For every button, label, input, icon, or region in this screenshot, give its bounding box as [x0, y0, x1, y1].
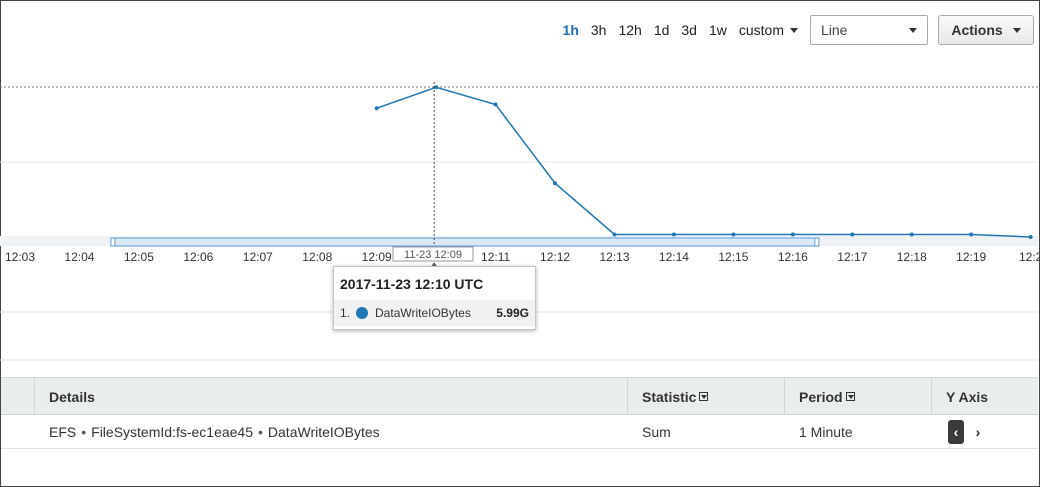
- dimension-text: FileSystemId:fs-ec1eae45: [91, 423, 253, 440]
- header-yaxis: Y Axis: [931, 378, 1038, 415]
- period-cell[interactable]: 1 Minute: [799, 415, 853, 448]
- data-point: [493, 102, 498, 107]
- x-tick-label: 12:11: [481, 250, 510, 264]
- header-spacer: [1, 378, 34, 415]
- x-tick-label: 12:03: [5, 250, 35, 264]
- x-tick-label: 12:06: [183, 250, 213, 264]
- tooltip-index: 1.: [340, 306, 351, 320]
- yaxis-left-button[interactable]: ‹: [948, 419, 964, 444]
- yaxis-cell: ‹ ›: [948, 415, 986, 448]
- sort-dropdown-icon[interactable]: [699, 392, 709, 401]
- yaxis-right-button[interactable]: ›: [970, 420, 986, 444]
- x-tick-label: 12:12: [540, 250, 570, 264]
- x-tick-label: 12:08: [302, 250, 332, 264]
- data-point: [671, 232, 676, 237]
- x-tick-label: 12:14: [659, 250, 689, 264]
- data-point: [909, 232, 914, 237]
- x-tick-label: 12:19: [956, 250, 986, 264]
- x-tick-label: 12:15: [718, 250, 748, 264]
- x-tick-label: 12:17: [837, 250, 867, 264]
- metric-name-text: DataWriteIOBytes: [267, 423, 380, 440]
- header-details-label: Details: [49, 388, 95, 405]
- namespace-text: EFS: [49, 423, 77, 440]
- x-tick-label: 12:05: [124, 250, 154, 264]
- x-tick-label: 12:09: [362, 250, 392, 264]
- data-point: [553, 181, 558, 186]
- x-tick-label: 12:07: [243, 250, 273, 264]
- x-tick-label: 12:04: [64, 250, 94, 264]
- x-tick-label: 12:2: [1019, 250, 1040, 264]
- tooltip-value: 5.99G: [496, 306, 529, 320]
- table-row[interactable]: EFS • FileSystemId:fs-ec1eae45 • DataWri…: [1, 415, 1038, 449]
- chart-tooltip: 2017-11-23 12:10 UTC 1. DataWriteIOBytes…: [333, 266, 536, 330]
- cursor-label: 11-23 12:09: [404, 249, 462, 261]
- data-point: [1028, 235, 1033, 239]
- details-cell: EFS • FileSystemId:fs-ec1eae45 • DataWri…: [49, 415, 380, 448]
- selection-handle-left: [110, 237, 116, 247]
- series-color-dot: [356, 307, 369, 319]
- statistic-value: Sum: [642, 423, 671, 440]
- data-point: [969, 232, 974, 237]
- bullet-separator: •: [81, 423, 87, 440]
- data-point: [731, 232, 736, 237]
- data-point: [612, 232, 617, 237]
- header-yaxis-label: Y Axis: [946, 388, 989, 405]
- header-period[interactable]: Period: [784, 378, 931, 415]
- x-tick-label: 12:18: [897, 250, 927, 264]
- data-point: [850, 232, 855, 237]
- sort-dropdown-icon[interactable]: [845, 392, 855, 401]
- header-statistic[interactable]: Statistic: [627, 378, 784, 415]
- header-period-label: Period: [799, 388, 843, 405]
- bullet-separator: •: [258, 423, 263, 440]
- x-tick-label: 12:16: [778, 250, 808, 264]
- selection-range: [112, 237, 818, 247]
- selection-handle-right: [814, 237, 820, 247]
- metrics-table-header: Details Statistic Period Y Axis: [1, 377, 1038, 415]
- x-tick-label: 12:13: [599, 250, 629, 264]
- data-point: [434, 85, 439, 90]
- header-details[interactable]: Details: [34, 378, 627, 415]
- tooltip-title: 2017-11-23 12:10 UTC: [340, 276, 484, 292]
- data-point: [374, 106, 379, 111]
- header-statistic-label: Statistic: [642, 388, 697, 405]
- data-point: [790, 232, 795, 237]
- statistic-cell[interactable]: Sum: [642, 415, 671, 448]
- period-value: 1 Minute: [799, 423, 853, 440]
- tooltip-series-row: 1. DataWriteIOBytes 5.99G: [334, 300, 535, 326]
- tooltip-series-name: DataWriteIOBytes: [375, 306, 471, 320]
